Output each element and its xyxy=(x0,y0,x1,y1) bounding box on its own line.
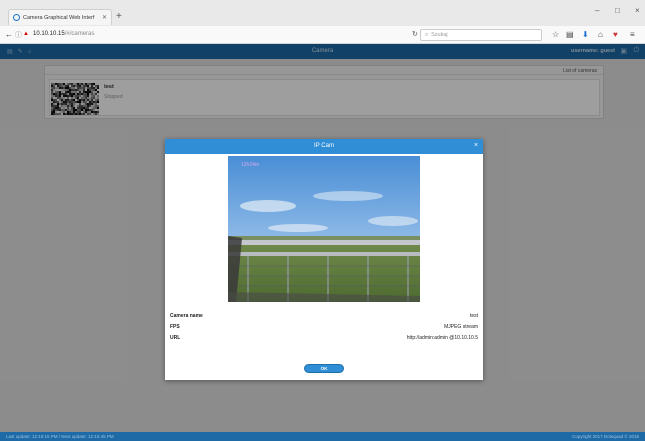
search-icon: ⌕ xyxy=(425,31,429,38)
info-row-fps: FPS MJPEG stream xyxy=(170,324,480,335)
url-value: http://admin:admin @10.10.10.5 xyxy=(406,335,478,341)
home-icon[interactable]: ⌂ xyxy=(598,30,603,39)
url-label: URL xyxy=(170,335,181,341)
url-host: 10.10.10.15 xyxy=(33,31,65,37)
url-path: /#/cameras xyxy=(64,31,95,37)
minimize-icon[interactable]: – xyxy=(595,6,599,15)
camera-favicon-icon xyxy=(13,14,20,21)
camera-name-value: test xyxy=(469,313,478,319)
fps-value: MJPEG stream xyxy=(444,324,478,330)
camera-feed-image: 12h24m xyxy=(228,156,420,302)
info-icon[interactable]: ⓘ xyxy=(15,30,22,40)
ok-button[interactable]: OK xyxy=(304,364,344,373)
status-bar: Last update: 12:16:15 PM / Next update: … xyxy=(0,432,645,441)
browser-tabstrip: Camera Graphical Web Interf ✕ + – □ × xyxy=(0,0,645,26)
menu-icon[interactable]: ≡ xyxy=(630,30,635,39)
pocket-icon[interactable]: ♥ xyxy=(613,30,618,39)
tab-title: Camera Graphical Web Interf xyxy=(23,14,95,21)
camera-name-label: Camera name xyxy=(170,313,203,319)
url-bar[interactable]: 10.10.10.15/#/cameras xyxy=(33,31,94,37)
info-row-name: Camera name test xyxy=(170,313,480,324)
lock-icon[interactable]: ▲ xyxy=(23,31,29,37)
close-icon[interactable]: × xyxy=(474,142,478,149)
download-icon[interactable]: ⬇ xyxy=(582,30,589,39)
maximize-icon[interactable]: □ xyxy=(615,6,620,15)
camera-feed-picture xyxy=(228,156,420,302)
fps-label: FPS xyxy=(170,324,180,330)
close-window-icon[interactable]: × xyxy=(635,6,640,15)
new-tab-button[interactable]: + xyxy=(116,11,122,22)
search-placeholder: Szukaj xyxy=(431,32,448,38)
info-row-url: URL http://admin:admin @10.10.10.5 xyxy=(170,335,480,346)
browser-navbar: ← ⓘ ▲ 10.10.10.15/#/cameras ↻ ⌕ Szukaj ☆… xyxy=(0,26,645,44)
reload-icon[interactable]: ↻ xyxy=(412,30,418,38)
tab-close-icon[interactable]: ✕ xyxy=(102,14,107,21)
reading-list-icon[interactable]: ▤ xyxy=(566,30,574,39)
browser-tab[interactable]: Camera Graphical Web Interf ✕ xyxy=(8,9,112,25)
search-input[interactable]: ⌕ Szukaj xyxy=(420,29,542,41)
modal-header: IP Cam × xyxy=(165,139,483,154)
feed-timestamp: 12h24m xyxy=(241,162,260,168)
back-arrow-icon[interactable]: ← xyxy=(5,30,13,39)
star-icon[interactable]: ☆ xyxy=(552,30,559,39)
copyright: Copyright 2017 Dotsquad © 2016 xyxy=(572,434,639,439)
camera-preview-modal: IP Cam × 12h24m Camera name test FPS MJP… xyxy=(165,139,483,380)
update-status: Last update: 12:16:15 PM / Next update: … xyxy=(6,434,114,439)
camera-info: Camera name test FPS MJPEG stream URL ht… xyxy=(170,313,480,346)
modal-title: IP Cam xyxy=(314,143,334,149)
